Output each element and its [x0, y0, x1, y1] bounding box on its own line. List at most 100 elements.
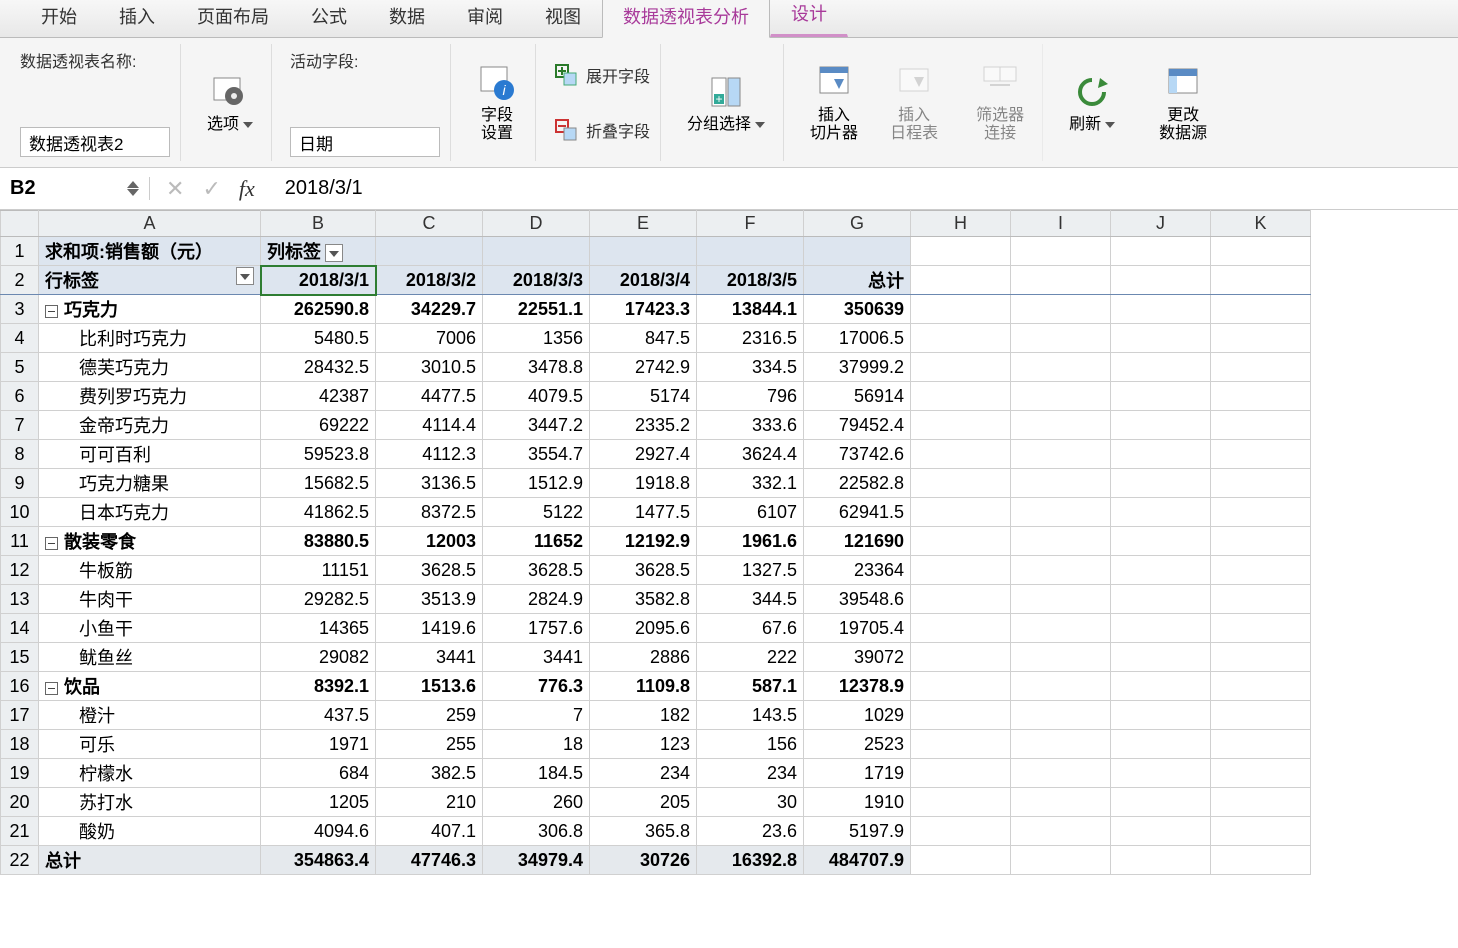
cell[interactable]: 382.5	[376, 759, 483, 788]
cell[interactable]: 69222	[261, 411, 376, 440]
cell[interactable]: 222	[697, 643, 804, 672]
cell[interactable]: 3441	[483, 643, 590, 672]
col-header[interactable]: A	[39, 211, 261, 237]
cell[interactable]: 5197.9	[804, 817, 911, 846]
cell[interactable]: 67.6	[697, 614, 804, 643]
cell[interactable]	[1111, 266, 1211, 295]
cell[interactable]: 3624.4	[697, 440, 804, 469]
col-header[interactable]: K	[1211, 211, 1311, 237]
cell[interactable]: 210	[376, 788, 483, 817]
cell[interactable]: 79452.4	[804, 411, 911, 440]
cell[interactable]	[1111, 469, 1211, 498]
cell[interactable]: 小鱼干	[39, 614, 261, 643]
name-box[interactable]: B2	[0, 177, 150, 200]
cell[interactable]: 鱿鱼丝	[39, 643, 261, 672]
cell[interactable]: 34229.7	[376, 295, 483, 324]
tab-review[interactable]: 审阅	[446, 0, 524, 37]
col-header[interactable]: I	[1011, 211, 1111, 237]
cell[interactable]: 437.5	[261, 701, 376, 730]
cell[interactable]: 3628.5	[483, 556, 590, 585]
cell[interactable]: 日本巧克力	[39, 498, 261, 527]
cell[interactable]	[1111, 701, 1211, 730]
cell[interactable]	[804, 237, 911, 266]
refresh-button[interactable]: 刷新	[1061, 68, 1123, 138]
cell[interactable]	[1211, 759, 1311, 788]
cell[interactable]	[1211, 556, 1311, 585]
cell[interactable]: 1419.6	[376, 614, 483, 643]
cell[interactable]	[1011, 672, 1111, 701]
cell[interactable]: 1513.6	[376, 672, 483, 701]
cell[interactable]	[911, 614, 1011, 643]
cell[interactable]	[1011, 469, 1111, 498]
cell[interactable]	[1211, 324, 1311, 353]
cell[interactable]: 29082	[261, 643, 376, 672]
row-header[interactable]: 15	[1, 643, 39, 672]
cell[interactable]: 306.8	[483, 817, 590, 846]
cell[interactable]: 3628.5	[376, 556, 483, 585]
cell[interactable]: 3447.2	[483, 411, 590, 440]
cell[interactable]: 39548.6	[804, 585, 911, 614]
tab-layout[interactable]: 页面布局	[176, 0, 290, 37]
cell[interactable]	[1111, 556, 1211, 585]
cell[interactable]: 2742.9	[590, 353, 697, 382]
cell[interactable]: 5122	[483, 498, 590, 527]
cell[interactable]: 47746.3	[376, 846, 483, 875]
row-header[interactable]: 20	[1, 788, 39, 817]
col-header[interactable]: J	[1111, 211, 1211, 237]
cell[interactable]	[911, 411, 1011, 440]
cell[interactable]	[1111, 614, 1211, 643]
cell[interactable]: 1757.6	[483, 614, 590, 643]
cell[interactable]	[697, 237, 804, 266]
cell[interactable]	[1011, 382, 1111, 411]
cell[interactable]: 7	[483, 701, 590, 730]
cell[interactable]: 1109.8	[590, 672, 697, 701]
cell[interactable]	[1011, 643, 1111, 672]
cell[interactable]	[1011, 324, 1111, 353]
cell[interactable]	[1011, 585, 1111, 614]
col-header[interactable]: D	[483, 211, 590, 237]
cell[interactable]: 3582.8	[590, 585, 697, 614]
cell[interactable]: 6107	[697, 498, 804, 527]
row-header[interactable]: 18	[1, 730, 39, 759]
tab-pivot-analyze[interactable]: 数据透视表分析	[602, 0, 770, 38]
cell[interactable]	[1111, 585, 1211, 614]
cell[interactable]: 求和项:销售额（元）	[39, 237, 261, 266]
collapse-toggle[interactable]	[45, 305, 58, 318]
expand-field-button[interactable]: 展开字段	[554, 63, 650, 87]
cell[interactable]	[911, 527, 1011, 556]
cell[interactable]: 344.5	[697, 585, 804, 614]
cell[interactable]	[911, 788, 1011, 817]
cell[interactable]: 143.5	[697, 701, 804, 730]
cell[interactable]	[911, 846, 1011, 875]
cell[interactable]: 总计	[39, 846, 261, 875]
cell[interactable]	[1011, 846, 1111, 875]
row-header[interactable]: 22	[1, 846, 39, 875]
cell[interactable]: 1356	[483, 324, 590, 353]
group-select-button[interactable]: + 分组选择	[679, 68, 773, 138]
cell[interactable]	[1011, 730, 1111, 759]
cell[interactable]: 3441	[376, 643, 483, 672]
cell[interactable]: 3554.7	[483, 440, 590, 469]
cell[interactable]: 17006.5	[804, 324, 911, 353]
cell[interactable]: 184.5	[483, 759, 590, 788]
cell[interactable]	[1211, 527, 1311, 556]
cell[interactable]: 15682.5	[261, 469, 376, 498]
cell[interactable]	[1011, 498, 1111, 527]
cell[interactable]	[1011, 411, 1111, 440]
cell[interactable]: 11151	[261, 556, 376, 585]
cell[interactable]: 2018/3/4	[590, 266, 697, 295]
cell[interactable]: 1910	[804, 788, 911, 817]
row-header[interactable]: 12	[1, 556, 39, 585]
cell[interactable]	[1011, 266, 1111, 295]
cancel-icon[interactable]: ✕	[166, 176, 184, 202]
select-all-corner[interactable]	[1, 211, 39, 237]
cell[interactable]	[376, 237, 483, 266]
cell[interactable]: 23.6	[697, 817, 804, 846]
collapse-field-button[interactable]: 折叠字段	[554, 118, 650, 142]
cell[interactable]	[1011, 440, 1111, 469]
cell[interactable]: 11652	[483, 527, 590, 556]
cell[interactable]	[911, 498, 1011, 527]
cell[interactable]	[1111, 440, 1211, 469]
cell[interactable]: 可乐	[39, 730, 261, 759]
cell[interactable]	[1111, 759, 1211, 788]
